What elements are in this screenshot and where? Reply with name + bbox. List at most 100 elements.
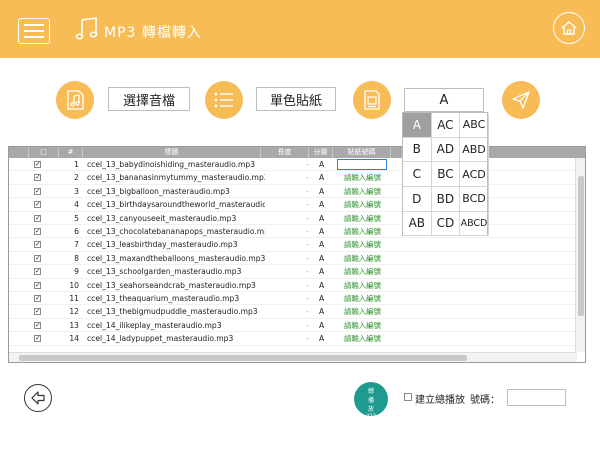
row-part: A bbox=[319, 240, 325, 250]
row-checkbox[interactable]: ✓ bbox=[34, 295, 41, 302]
header-number[interactable]: # bbox=[59, 147, 83, 158]
row-sticker-code[interactable]: 請輸入編號 bbox=[344, 198, 381, 211]
mono-sticker-button[interactable]: 單色貼紙 bbox=[256, 87, 336, 111]
header-select[interactable]: □ bbox=[29, 147, 59, 158]
header-sticker-code[interactable]: 貼紙號碼 bbox=[333, 147, 391, 158]
badge-line-1: 總 bbox=[367, 388, 374, 395]
layout-option[interactable]: AC bbox=[431, 113, 461, 138]
table-row[interactable]: ✓ 7 ccel_13_leasbirthday_masteraudio.mp3 - A… bbox=[9, 238, 577, 252]
header-blank bbox=[9, 147, 29, 158]
row-checkbox[interactable]: ✓ bbox=[34, 241, 41, 249]
row-checkbox[interactable]: ✓ bbox=[34, 214, 41, 222]
row-sticker-code[interactable]: 請輸入編號 bbox=[344, 252, 381, 265]
layout-option[interactable]: BC bbox=[431, 162, 461, 187]
layout-option[interactable]: ABCD bbox=[460, 211, 489, 237]
row-sticker-code[interactable]: 請輸入編號 bbox=[344, 238, 381, 251]
row-number: 3 bbox=[74, 186, 79, 196]
header-title[interactable]: 標題 bbox=[83, 147, 261, 158]
row-checkbox[interactable]: ✓ bbox=[34, 268, 41, 276]
row-checkbox[interactable]: ✓ bbox=[34, 161, 41, 168]
row-sticker-code[interactable]: 請輸入編號 bbox=[344, 279, 381, 292]
row-checkbox[interactable]: ✓ bbox=[34, 308, 41, 316]
layout-option[interactable]: AB bbox=[403, 211, 432, 237]
layout-option[interactable]: CD bbox=[431, 211, 461, 237]
layout-option[interactable]: ABD bbox=[460, 137, 489, 163]
row-title: ccel_13_seahorseandcrab_masteraudio.mp3 bbox=[87, 280, 256, 290]
header-part[interactable]: 分層 bbox=[309, 147, 333, 158]
table-row[interactable]: ✓ 4 ccel_13_birthdaysaroundtheworld_master… bbox=[9, 198, 577, 212]
horizontal-scroll-thumb[interactable] bbox=[19, 355, 467, 361]
row-number: 2 bbox=[74, 173, 79, 183]
layout-option[interactable]: A bbox=[403, 113, 432, 138]
row-sticker-code[interactable]: 請輸入編號 bbox=[344, 171, 381, 184]
row-title: ccel_13_leasbirthday_masteraudio.mp3 bbox=[87, 240, 238, 250]
row-title: ccel_13_canyouseeit_masteraudio.mp3 bbox=[87, 213, 237, 223]
send-icon[interactable] bbox=[502, 81, 540, 119]
create-playlist-checkbox[interactable] bbox=[404, 393, 412, 401]
table-row[interactable]: ✓ 8 ccel_13_maxandtheballoons_masteraudio.… bbox=[9, 252, 577, 266]
playlist-badge-icon[interactable]: 總 播 放 ??? bbox=[354, 382, 388, 420]
number-input[interactable] bbox=[507, 389, 566, 406]
table-row[interactable]: ✓ 14 ccel_14_ladypuppet_masteraudio.mp3 - A 請… bbox=[9, 332, 577, 346]
table-row[interactable]: ✓ 3 ccel_13_bigballoon_masteraudio.mp3 - A 請輸… bbox=[9, 185, 577, 199]
table-row[interactable]: ✓ 6 ccel_13_chocolatebananapops_masteraudi… bbox=[9, 225, 577, 239]
row-checkbox[interactable]: ✓ bbox=[34, 228, 41, 235]
row-sticker-code[interactable]: 請輸入編號 bbox=[344, 225, 381, 238]
row-sticker-code[interactable]: 請輸入編號 bbox=[344, 185, 381, 198]
row-checkbox[interactable]: ✓ bbox=[34, 281, 41, 289]
table-row[interactable]: ✓ 5 ccel_13_canyouseeit_masteraudio.mp3 - A 請… bbox=[9, 212, 577, 225]
row-number: 13 bbox=[69, 320, 79, 330]
layout-option[interactable]: C bbox=[403, 162, 432, 187]
back-arrow-icon[interactable] bbox=[24, 384, 52, 412]
table-row[interactable]: ✓ 13 ccel_14_ilikeplay_masteraudio.mp3 - A 請輸… bbox=[9, 319, 577, 333]
vertical-scrollbar[interactable] bbox=[575, 158, 585, 352]
layout-option[interactable]: AD bbox=[431, 137, 461, 163]
row-sticker-code[interactable]: 請輸入編號 bbox=[344, 305, 381, 318]
row-part: A bbox=[319, 213, 325, 223]
table-row[interactable]: ✓ 9 ccel_13_schoolgarden_masteraudio.mp3 - A… bbox=[9, 265, 577, 279]
row-sticker-code[interactable]: 請輸入編號 bbox=[344, 212, 381, 225]
row-length: - bbox=[306, 253, 309, 263]
back-arrow-glyph bbox=[31, 391, 45, 405]
row-checkbox[interactable]: ✓ bbox=[34, 174, 41, 182]
layout-option[interactable]: BCD bbox=[460, 186, 489, 212]
home-icon[interactable] bbox=[553, 12, 585, 44]
table-row[interactable]: ✓ 10 ccel_13_seahorseandcrab_masteraudio.m… bbox=[9, 279, 577, 292]
row-checkbox[interactable]: ✓ bbox=[34, 187, 41, 195]
row-checkbox[interactable]: ✓ bbox=[34, 321, 41, 329]
select-audio-button[interactable]: 選擇音檔 bbox=[108, 87, 190, 111]
vertical-scroll-thumb[interactable] bbox=[578, 176, 584, 316]
row-title: ccel_13_bananasinmytummy_masteraudio.mp3 bbox=[87, 173, 265, 183]
row-number: 11 bbox=[69, 294, 79, 303]
layout-select[interactable]: A bbox=[404, 88, 484, 112]
table-row[interactable]: ✓ 11 ccel_13_theaquarium_masteraudio.mp3 - A… bbox=[9, 292, 577, 306]
row-sticker-code[interactable]: 請輸入編號 bbox=[344, 319, 381, 332]
list-icon[interactable] bbox=[205, 81, 243, 119]
table-row[interactable]: ✓ 12 ccel_13_thebigmudpuddle_masteraudio.m… bbox=[9, 305, 577, 319]
row-number: 8 bbox=[74, 253, 79, 263]
layout-option[interactable]: ABC bbox=[460, 113, 489, 138]
row-checkbox[interactable]: ✓ bbox=[34, 335, 41, 343]
row-checkbox[interactable]: ✓ bbox=[34, 201, 41, 209]
row-sticker-code[interactable]: 請輸入編號 bbox=[344, 292, 381, 305]
sticker-code-input[interactable] bbox=[337, 159, 387, 170]
layout-option[interactable]: D bbox=[403, 186, 432, 212]
row-sticker-code[interactable]: 請輸入編號 bbox=[344, 332, 381, 345]
horizontal-scrollbar[interactable] bbox=[9, 352, 577, 362]
hamburger-icon[interactable] bbox=[18, 18, 50, 44]
table-row[interactable]: ✓ 1 ccel_13_babydinoishiding_masteraudio.m… bbox=[9, 158, 577, 172]
table-row[interactable]: ✓ 2 ccel_13_bananasinmytummy_masteraudio.m… bbox=[9, 171, 577, 185]
badge-line-3: 放 bbox=[367, 406, 374, 413]
sticker-doc-icon[interactable] bbox=[353, 81, 391, 119]
music-note-icon bbox=[75, 17, 98, 40]
row-checkbox[interactable]: ✓ bbox=[34, 254, 41, 262]
music-file-icon[interactable] bbox=[56, 81, 94, 119]
layout-option[interactable]: BD bbox=[431, 186, 461, 212]
row-title: ccel_13_babydinoishiding_masteraudio.mp3 bbox=[87, 160, 256, 169]
row-sticker-code[interactable]: 請輸入編號 bbox=[344, 265, 381, 278]
header-length[interactable]: 長度 bbox=[261, 147, 309, 158]
row-title: ccel_13_chocolatebananapops_masteraudio.… bbox=[87, 227, 265, 236]
row-title: ccel_13_thebigmudpuddle_masteraudio.mp3 bbox=[87, 307, 258, 317]
layout-option[interactable]: ACD bbox=[460, 162, 489, 187]
layout-option[interactable]: B bbox=[403, 137, 432, 163]
